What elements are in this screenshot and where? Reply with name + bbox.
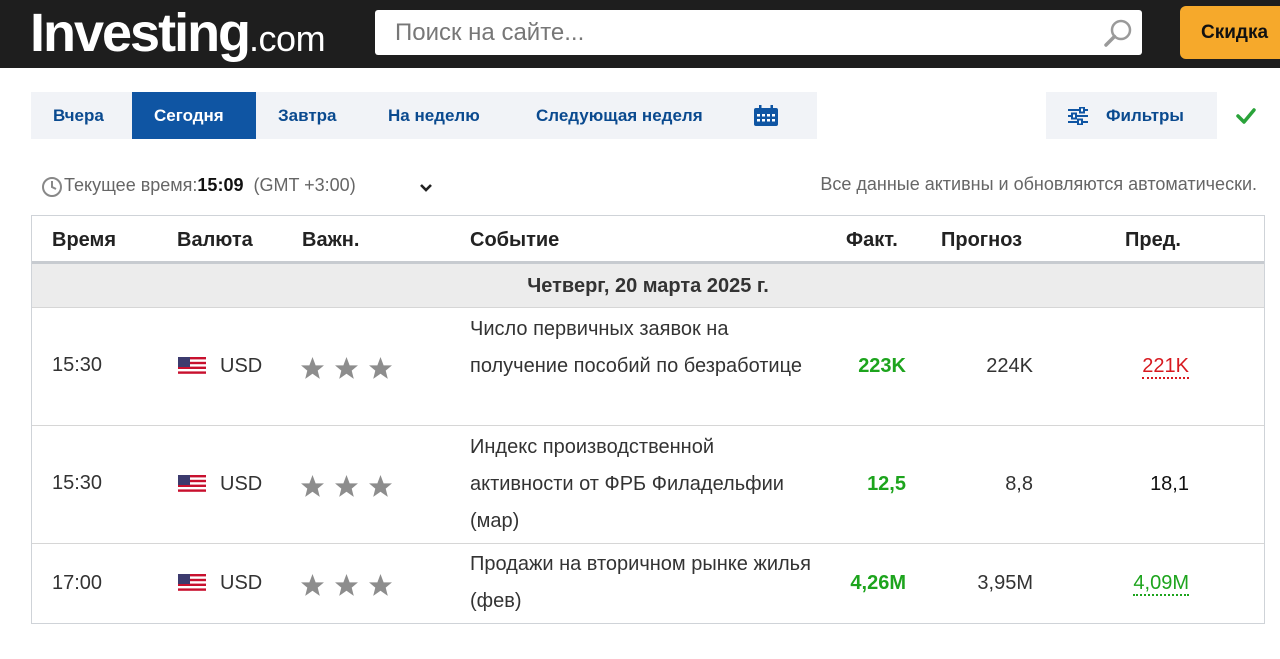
star-icon xyxy=(301,574,324,596)
chevron-down-icon[interactable] xyxy=(419,182,433,194)
top-header: Investing .com Скидка xyxy=(0,0,1280,68)
star-icon xyxy=(301,357,324,379)
actual-value: 223K xyxy=(858,355,906,377)
search-input[interactable] xyxy=(375,10,1075,55)
current-time-prefix: Текущее время: xyxy=(64,175,198,195)
currency-code: USD xyxy=(220,473,263,495)
star-icon xyxy=(369,475,392,497)
event-name[interactable]: Индекс производственной активности от ФР… xyxy=(470,429,815,540)
tab-yesterday[interactable]: Вчера xyxy=(31,92,132,139)
currency-code: USD xyxy=(220,355,263,377)
current-time-value: 15:09 xyxy=(197,175,244,195)
star-icon xyxy=(301,475,324,497)
economic-calendar-table: Время Валюта Важн. Событие Факт. Прогноз… xyxy=(31,215,1265,624)
importance-stars xyxy=(300,573,393,598)
magnifier-icon[interactable] xyxy=(1102,17,1134,49)
star-icon xyxy=(335,357,358,379)
timezone-label[interactable]: (GMT +3:00) xyxy=(253,175,355,195)
forecast-value: 3,95M xyxy=(977,572,1033,594)
site-logo[interactable]: Investing .com xyxy=(30,2,326,64)
actual-value: 4,26M xyxy=(850,572,906,594)
table-row[interactable]: 15:30 USD Индекс производственной активн… xyxy=(32,426,1264,544)
tab-next-week[interactable]: Следующая неделя xyxy=(514,92,740,139)
header-previous: Пред. xyxy=(1125,229,1181,251)
search-box xyxy=(375,10,1142,55)
event-time: 17:00 xyxy=(52,572,103,594)
filters-label: Фильтры xyxy=(1106,105,1184,125)
star-icon xyxy=(369,574,392,596)
tab-week[interactable]: На неделю xyxy=(366,92,514,139)
forecast-value: 224K xyxy=(986,355,1033,377)
logo-domain-text: .com xyxy=(249,18,326,59)
us-flag-icon xyxy=(178,574,206,593)
table-row[interactable]: 15:30 USD Число первичных заявок на полу… xyxy=(32,308,1264,426)
previous-value: 18,1 xyxy=(1150,473,1189,495)
checkmark-icon xyxy=(1236,108,1256,124)
sliders-icon xyxy=(1068,106,1088,125)
star-icon xyxy=(335,475,358,497)
date-tabs: Вчера Сегодня Завтра На неделю Следующая… xyxy=(31,92,817,139)
auto-update-notice: Все данные активны и обновляются автомат… xyxy=(820,174,1257,194)
previous-value[interactable]: 221K xyxy=(1142,355,1189,379)
day-separator: Четверг, 20 марта 2025 г. xyxy=(32,264,1264,308)
previous-value[interactable]: 4,09M xyxy=(1133,572,1189,596)
current-time-label: Текущее время:15:09 (GMT +3:00) xyxy=(64,175,356,196)
star-icon xyxy=(335,574,358,596)
tab-today[interactable]: Сегодня xyxy=(132,92,256,139)
us-flag-icon xyxy=(178,357,206,376)
table-row[interactable]: 17:00 USD Продажи на вторичном рынке жил… xyxy=(32,544,1264,623)
forecast-value: 8,8 xyxy=(1005,473,1033,495)
event-name[interactable]: Продажи на вторичном рынке жилья (фев) xyxy=(470,546,815,620)
clock-icon xyxy=(42,177,62,197)
importance-stars xyxy=(300,356,393,381)
header-forecast: Прогноз xyxy=(941,229,1023,251)
table-header: Время Валюта Важн. Событие Факт. Прогноз… xyxy=(32,216,1264,264)
calendar-button[interactable] xyxy=(740,92,792,139)
header-time: Время xyxy=(52,229,116,251)
header-actual: Факт. xyxy=(846,229,898,251)
header-importance: Важн. xyxy=(302,229,360,251)
header-event: Событие xyxy=(470,229,560,251)
event-time: 15:30 xyxy=(52,472,103,494)
tab-tomorrow[interactable]: Завтра xyxy=(256,92,366,139)
currency-code: USD xyxy=(220,572,263,594)
header-currency: Валюта xyxy=(177,229,253,251)
event-time: 15:30 xyxy=(52,354,103,376)
actual-value: 12,5 xyxy=(867,473,906,495)
logo-main-text: Investing xyxy=(30,3,251,63)
calendar-icon xyxy=(754,104,778,126)
us-flag-icon xyxy=(178,475,206,494)
star-icon xyxy=(369,357,392,379)
event-name[interactable]: Число первичных заявок на получение посо… xyxy=(470,311,815,385)
importance-stars xyxy=(300,474,393,499)
filters-button[interactable]: Фильтры xyxy=(1046,92,1217,139)
promo-button[interactable]: Скидка xyxy=(1180,6,1280,59)
